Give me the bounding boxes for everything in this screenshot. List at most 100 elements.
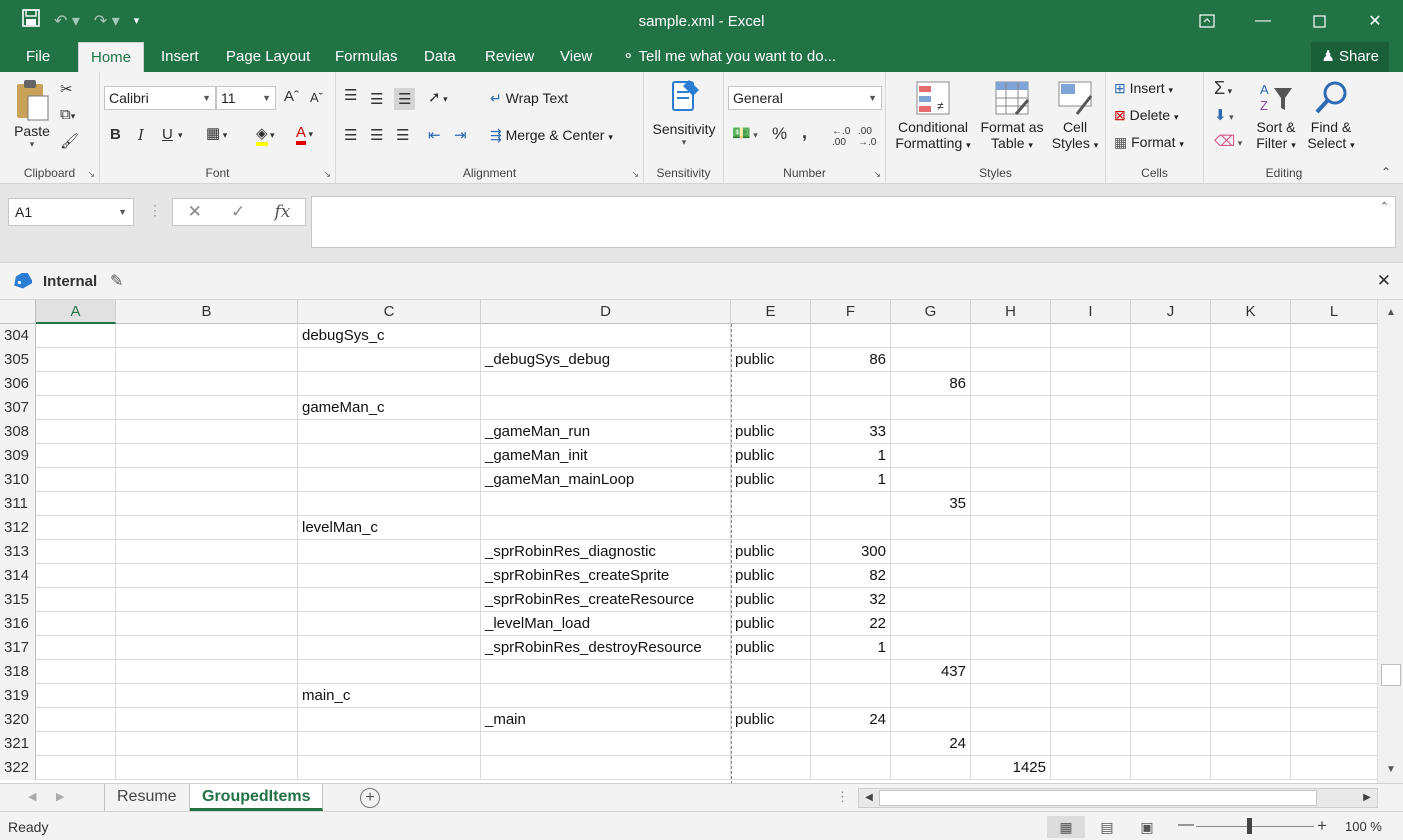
cell-e[interactable]: public <box>731 444 811 468</box>
zoom-in-icon[interactable]: + <box>1317 816 1327 836</box>
cell-l[interactable] <box>1291 612 1377 636</box>
vertical-scroll-thumb[interactable] <box>1381 664 1401 686</box>
cell-a[interactable] <box>36 468 116 492</box>
cell-c[interactable]: debugSys_c <box>298 324 481 348</box>
cell-g[interactable] <box>891 348 971 372</box>
cell-d[interactable] <box>481 372 731 396</box>
tab-formulas[interactable]: Formulas <box>323 42 410 72</box>
page-layout-view-icon[interactable]: ▤ <box>1088 816 1126 838</box>
cell-k[interactable] <box>1211 708 1291 732</box>
cell-styles-button[interactable]: Cell Styles ▾ <box>1048 80 1102 151</box>
cell-k[interactable] <box>1211 636 1291 660</box>
cell-e[interactable]: public <box>731 612 811 636</box>
cell-g[interactable] <box>891 756 971 780</box>
cell-e[interactable]: public <box>731 564 811 588</box>
cell-f[interactable] <box>811 756 891 780</box>
clipboard-launcher-icon[interactable]: ↘ <box>87 169 95 180</box>
horizontal-scrollbar[interactable]: ◀ ▶ <box>858 788 1378 808</box>
cell-k[interactable] <box>1211 732 1291 756</box>
column-header-f[interactable]: F <box>811 300 891 324</box>
cell-j[interactable] <box>1131 372 1211 396</box>
cell-c[interactable] <box>298 732 481 756</box>
cell-c[interactable] <box>298 612 481 636</box>
alignment-launcher-icon[interactable]: ↘ <box>631 169 639 180</box>
cell-d[interactable] <box>481 732 731 756</box>
cell-c[interactable] <box>298 660 481 684</box>
cell-l[interactable] <box>1291 444 1377 468</box>
select-all-corner[interactable] <box>0 300 36 324</box>
delete-cells-button[interactable]: ⊠ Delete ▾ <box>1114 107 1179 124</box>
cell-f[interactable] <box>811 660 891 684</box>
cell-f[interactable]: 86 <box>811 348 891 372</box>
cell-a[interactable] <box>36 396 116 420</box>
cell-j[interactable] <box>1131 420 1211 444</box>
tab-file[interactable]: File <box>14 42 62 72</box>
column-header-e[interactable]: E <box>731 300 811 324</box>
cell-l[interactable] <box>1291 492 1377 516</box>
cell-b[interactable] <box>116 324 298 348</box>
cell-e[interactable]: public <box>731 708 811 732</box>
font-launcher-icon[interactable]: ↘ <box>323 169 331 180</box>
close-icon[interactable]: ✕ <box>1377 271 1391 291</box>
cell-g[interactable] <box>891 708 971 732</box>
conditional-formatting-button[interactable]: ≠ Conditional Formatting ▾ <box>892 80 974 151</box>
cell-e[interactable] <box>731 324 811 348</box>
row-header[interactable]: 316 <box>0 612 36 636</box>
scroll-up-icon[interactable]: ▲ <box>1382 304 1400 322</box>
maximize-icon[interactable] <box>1291 0 1347 42</box>
cell-i[interactable] <box>1051 708 1131 732</box>
column-header-b[interactable]: B <box>116 300 298 324</box>
cell-h[interactable] <box>971 636 1051 660</box>
increase-decimal-icon[interactable]: ←.0.00 <box>832 126 850 148</box>
cell-i[interactable] <box>1051 540 1131 564</box>
normal-view-icon[interactable]: ▦ <box>1047 816 1085 838</box>
cell-l[interactable] <box>1291 660 1377 684</box>
borders-icon[interactable]: ▦ ▾ <box>206 124 227 142</box>
cell-f[interactable] <box>811 684 891 708</box>
cell-a[interactable] <box>36 324 116 348</box>
row-header[interactable]: 310 <box>0 468 36 492</box>
cell-h[interactable] <box>971 372 1051 396</box>
cell-j[interactable] <box>1131 492 1211 516</box>
cell-h[interactable] <box>971 468 1051 492</box>
cell-l[interactable] <box>1291 324 1377 348</box>
tab-home[interactable]: Home <box>78 42 145 72</box>
cell-a[interactable] <box>36 564 116 588</box>
align-right-icon[interactable]: ☰ <box>396 126 409 144</box>
cell-i[interactable] <box>1051 348 1131 372</box>
cell-j[interactable] <box>1131 732 1211 756</box>
cell-e[interactable] <box>731 372 811 396</box>
cell-a[interactable] <box>36 708 116 732</box>
cell-b[interactable] <box>116 708 298 732</box>
align-center-icon[interactable]: ☰ <box>370 126 383 144</box>
chevron-up-icon[interactable]: ⌃ <box>1380 200 1389 213</box>
cell-d[interactable]: _gameMan_mainLoop <box>481 468 731 492</box>
cell-g[interactable] <box>891 468 971 492</box>
cell-j[interactable] <box>1131 588 1211 612</box>
tab-insert[interactable]: Insert <box>149 42 211 72</box>
cell-d[interactable]: _debugSys_debug <box>481 348 731 372</box>
cell-h[interactable] <box>971 348 1051 372</box>
cell-h[interactable] <box>971 612 1051 636</box>
cell-d[interactable] <box>481 516 731 540</box>
row-header[interactable]: 318 <box>0 660 36 684</box>
italic-button[interactable]: I <box>138 126 144 144</box>
cell-b[interactable] <box>116 444 298 468</box>
cell-f[interactable]: 1 <box>811 468 891 492</box>
cell-j[interactable] <box>1131 396 1211 420</box>
sheet-tab-resume[interactable]: Resume <box>104 784 190 811</box>
cell-f[interactable]: 24 <box>811 708 891 732</box>
cell-b[interactable] <box>116 612 298 636</box>
cell-f[interactable]: 1 <box>811 444 891 468</box>
vertical-scrollbar[interactable]: ▲ ▼ <box>1377 300 1403 783</box>
cell-d[interactable]: _sprRobinRes_destroyResource <box>481 636 731 660</box>
cell-g[interactable] <box>891 444 971 468</box>
wrap-text-button[interactable]: ↵ Wrap Text <box>490 90 568 107</box>
cell-g[interactable]: 35 <box>891 492 971 516</box>
cell-l[interactable] <box>1291 732 1377 756</box>
number-launcher-icon[interactable]: ↘ <box>873 169 881 180</box>
cell-f[interactable] <box>811 396 891 420</box>
cell-b[interactable] <box>116 540 298 564</box>
cell-h[interactable] <box>971 660 1051 684</box>
cell-a[interactable] <box>36 612 116 636</box>
